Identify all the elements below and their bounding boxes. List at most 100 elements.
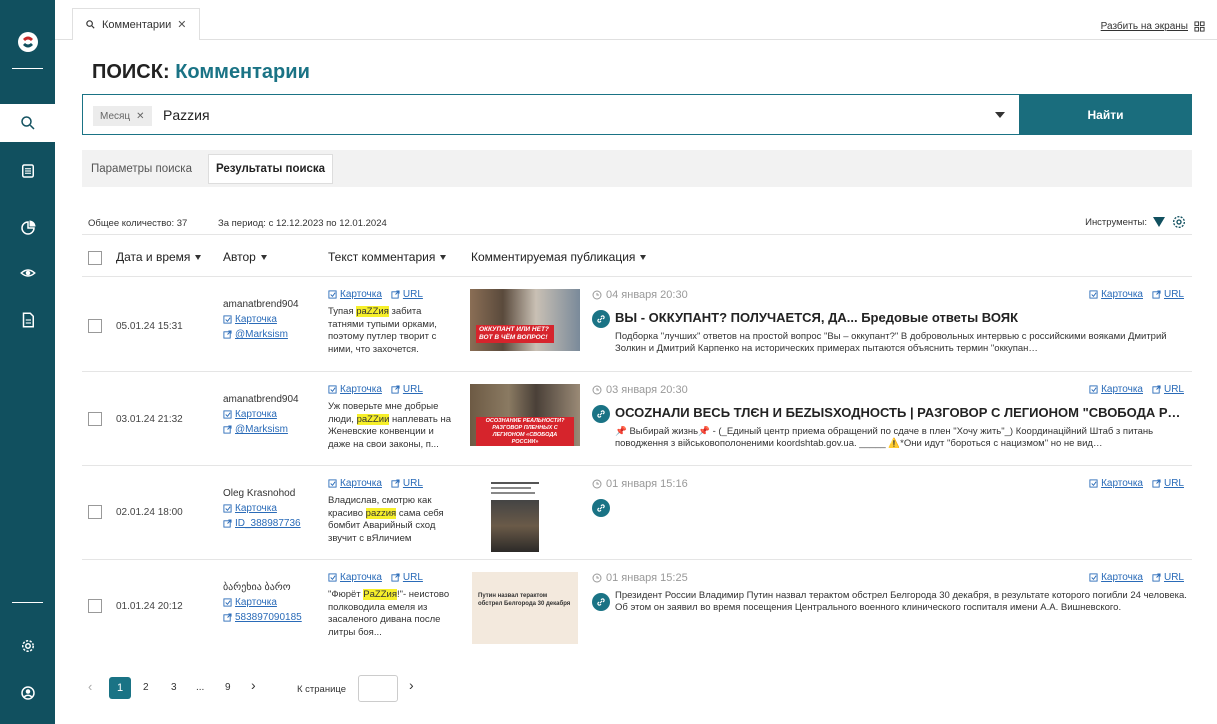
- tools-menu[interactable]: Инструменты:: [1085, 214, 1187, 230]
- author-profile-link[interactable]: @Marksism: [223, 327, 299, 342]
- comment-card-link[interactable]: Карточка: [328, 289, 382, 300]
- publication-card-link[interactable]: Карточка: [1089, 384, 1143, 395]
- url-link-label: URL: [1163, 478, 1184, 489]
- comment-card-link[interactable]: Карточка: [328, 478, 382, 489]
- url-link-label: URL: [402, 289, 423, 300]
- external-link-icon: [223, 330, 232, 339]
- author-card-link[interactable]: Карточка: [223, 595, 302, 610]
- publication-url-link[interactable]: URL: [1152, 478, 1184, 489]
- comment-url-link[interactable]: URL: [391, 572, 423, 583]
- comment-url-link[interactable]: URL: [391, 384, 423, 395]
- goto-page-input[interactable]: [358, 675, 398, 702]
- settings-nav-icon[interactable]: [0, 627, 55, 665]
- header-date-label: Дата и время: [116, 250, 191, 264]
- page-1-button[interactable]: 1: [109, 677, 131, 699]
- author-handle: @Marksism: [235, 329, 288, 340]
- table-row[interactable]: 02.01.24 18:00 Oleg Krasnohod Карточка I…: [82, 466, 1192, 560]
- publication-thumbnail[interactable]: ОККУПАНТ ИЛИ НЕТ? ВОТ В ЧЁМ ВОПРОС!: [470, 289, 580, 351]
- header-text[interactable]: Текст комментария: [328, 250, 447, 264]
- publication-url-link[interactable]: URL: [1152, 289, 1184, 300]
- tools-dropdown-icon[interactable]: [1153, 217, 1165, 227]
- prev-page-icon[interactable]: ‹: [88, 679, 92, 694]
- list-nav-icon[interactable]: [0, 152, 55, 190]
- page-2-button[interactable]: 2: [143, 682, 149, 693]
- page-title: ПОИСК: Комментарии: [92, 61, 310, 84]
- goto-page-label: К странице: [297, 684, 347, 695]
- header-date[interactable]: Дата и время: [116, 250, 202, 264]
- grid-icon: [1194, 21, 1205, 32]
- split-screens-button[interactable]: Разбить на экраны: [1101, 21, 1205, 32]
- row-checkbox[interactable]: [88, 599, 102, 613]
- external-link-icon: [223, 519, 232, 528]
- close-icon[interactable]: ✕: [177, 18, 186, 31]
- publication-title[interactable]: ОСОZНАЛИ ВЕСЬ ТЛЄН И БЕZЫSХОДНОСТЬ | РАЗ…: [615, 405, 1185, 420]
- publication-card-link[interactable]: Карточка: [1089, 289, 1143, 300]
- publication-title[interactable]: ВЫ - ОККУПАНТ? ПОЛУЧАЕТСЯ, ДА... Бредовы…: [615, 310, 1185, 325]
- source-link-icon[interactable]: [592, 310, 610, 328]
- publication-card-link[interactable]: Карточка: [1089, 572, 1143, 583]
- page-3-button[interactable]: 3: [171, 682, 177, 693]
- publication-thumbnail[interactable]: ОСОЗНАНИЕ РЕАЛЬНОСТИ? РАЗГОВОР ПЛЕННЫХ С…: [470, 384, 580, 446]
- row-checkbox[interactable]: [88, 505, 102, 519]
- row-date: 05.01.24 15:31: [116, 321, 183, 332]
- analytics-nav-icon[interactable]: [0, 209, 55, 247]
- table-row[interactable]: 01.01.24 20:12 ბარეხია ბარო Карточка 583…: [82, 560, 1192, 654]
- external-link-icon: [1152, 479, 1161, 488]
- comment-url-link[interactable]: URL: [391, 478, 423, 489]
- header-author[interactable]: Автор: [223, 250, 267, 264]
- author-profile-link[interactable]: 583897090185: [223, 610, 302, 625]
- search-value[interactable]: Pazzия: [163, 107, 210, 123]
- row-checkbox[interactable]: [88, 412, 102, 426]
- monitoring-nav-icon[interactable]: [0, 254, 55, 292]
- external-link-icon: [1152, 290, 1161, 299]
- author-profile-link[interactable]: ID_388987736: [223, 516, 301, 531]
- tab-comments[interactable]: Комментарии ✕: [72, 8, 200, 40]
- author-card-link[interactable]: Карточка: [223, 312, 299, 327]
- source-link-icon[interactable]: [592, 405, 610, 423]
- row-checkbox[interactable]: [88, 319, 102, 333]
- next-page-icon[interactable]: ›: [251, 677, 256, 693]
- reports-nav-icon[interactable]: [0, 301, 55, 339]
- search-input[interactable]: Месяц ✕ Pazzия: [82, 94, 1020, 135]
- search-match-highlight: paZZии: [356, 413, 390, 425]
- author-handle: @Marksism: [235, 424, 288, 435]
- publication-description: Президент России Владимир Путин назвал т…: [615, 590, 1187, 613]
- total-count: Общее количество: 37: [88, 218, 188, 229]
- table-row[interactable]: 05.01.24 15:31 amanatbrend904 Карточка @…: [82, 277, 1192, 371]
- select-all-checkbox[interactable]: [88, 251, 102, 265]
- table-row[interactable]: 03.01.24 21:32 amanatbrend904 Карточка @…: [82, 372, 1192, 466]
- source-link-icon[interactable]: [592, 499, 610, 517]
- header-publication[interactable]: Комментируемая публикация: [471, 250, 647, 264]
- author-name: amanatbrend904: [223, 299, 299, 310]
- comment-text-part: Тупая: [328, 306, 357, 317]
- url-link-label: URL: [402, 572, 423, 583]
- goto-page-icon[interactable]: ›: [409, 677, 414, 693]
- publication-thumbnail[interactable]: [487, 478, 543, 558]
- author-profile-link[interactable]: @Marksism: [223, 422, 299, 437]
- publication-url-link[interactable]: URL: [1152, 384, 1184, 395]
- profile-nav-icon[interactable]: [0, 674, 55, 712]
- comment-card-link[interactable]: Карточка: [328, 572, 382, 583]
- comment-url-link[interactable]: URL: [391, 289, 423, 300]
- clock-icon: [592, 290, 602, 300]
- comment-text: Владислав, смотрю как красиво pazzия сам…: [328, 495, 458, 557]
- author-card-link[interactable]: Карточка: [223, 501, 301, 516]
- dropdown-arrow-icon[interactable]: [995, 112, 1005, 118]
- tab-search-results[interactable]: Результаты поиска: [208, 154, 334, 184]
- comment-card-link[interactable]: Карточка: [328, 384, 382, 395]
- tab-search-params[interactable]: Параметры поиска: [84, 154, 199, 184]
- month-filter-chip[interactable]: Месяц ✕: [93, 106, 152, 126]
- page-9-button[interactable]: 9: [225, 682, 231, 693]
- title-section: Комментарии: [175, 61, 310, 83]
- search-nav-icon[interactable]: [0, 104, 55, 142]
- source-link-icon[interactable]: [592, 593, 610, 611]
- chip-close-icon[interactable]: ✕: [136, 111, 144, 122]
- find-button[interactable]: Найти: [1019, 94, 1192, 135]
- publication-date: 03 января 20:30: [592, 384, 688, 396]
- publication-url-link[interactable]: URL: [1152, 572, 1184, 583]
- split-label: Разбить на экраны: [1100, 21, 1188, 32]
- publication-card-link[interactable]: Карточка: [1089, 478, 1143, 489]
- author-card-link[interactable]: Карточка: [223, 407, 299, 422]
- publication-thumbnail[interactable]: Путин назвал терактом обстрел Белгорода …: [472, 572, 578, 644]
- gear-icon[interactable]: [1171, 214, 1187, 230]
